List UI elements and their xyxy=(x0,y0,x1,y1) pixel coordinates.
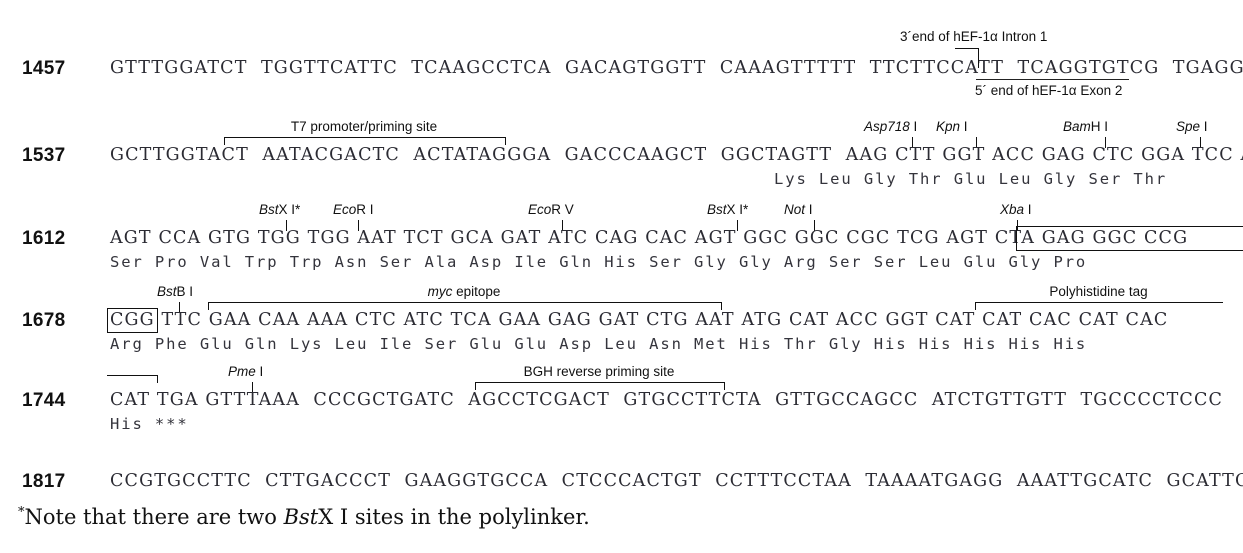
bracket-myc-epitope xyxy=(208,302,722,310)
bracket-polyhistidine-open xyxy=(975,302,1223,310)
amino-acid-text-1612: Ser Pro Val Trp Trp Asn Ser Ala Asp Ile … xyxy=(110,253,1088,271)
enzyme-label-ecori: EcoR I xyxy=(333,202,374,217)
enzyme-label-bstx-1: BstX I* xyxy=(259,202,301,217)
enzyme-label-not: Not I xyxy=(784,202,813,217)
label-bgh-reverse: BGH reverse priming site xyxy=(523,364,675,379)
row-number-1537: 1537 xyxy=(22,145,66,166)
footnote-italic: Bst xyxy=(283,505,319,529)
xba-box-close xyxy=(107,308,158,333)
footnote: *Note that there are two BstX I sites in… xyxy=(18,505,590,529)
enzyme-label-asp718: Asp718 I xyxy=(864,119,918,134)
footnote-text-before: Note that there are two xyxy=(24,505,284,529)
xba-box-open xyxy=(1016,226,1243,251)
label-exon-start: 5´ end of hEF-1α Exon 2 xyxy=(975,83,1123,98)
enzyme-label-xba: Xba I xyxy=(1000,202,1032,217)
enzyme-label-bamh: BamH I xyxy=(1063,119,1109,134)
label-polyhistidine: Polyhistidine tag xyxy=(1049,284,1148,299)
enzyme-label-ecorv: EcoR V xyxy=(528,202,574,217)
row-number-1678: 1678 xyxy=(22,310,66,331)
enzyme-label-kpn: Kpn I xyxy=(936,119,968,134)
row-number-1744: 1744 xyxy=(22,390,66,411)
row-number-1457: 1457 xyxy=(22,58,66,79)
footnote-text-after: X I sites in the polylinker. xyxy=(318,505,590,529)
exon-underline xyxy=(976,79,1129,80)
sequence-text-1817: CCGTGCCTTC CTTGACCCT GAAGGTGCCA CTCCCACT… xyxy=(110,471,1243,491)
bracket-polyhistidine-close xyxy=(107,375,158,383)
amino-acid-text-1678: Arg Phe Glu Gln Lys Leu Ile Ser Glu Glu … xyxy=(110,335,1088,353)
label-myc-epitope: myc epitope xyxy=(427,284,501,299)
row-number-1612: 1612 xyxy=(22,228,66,249)
sequence-text-1457: GTTTGGATCT TGGTTCATTC TCAAGCCTCA GACAGTG… xyxy=(110,58,1243,78)
enzyme-label-bstx-2: BstX I* xyxy=(707,202,749,217)
label-t7-promoter: T7 promoter/priming site xyxy=(290,119,438,134)
row-number-1817: 1817 xyxy=(22,471,66,492)
sequence-text-1537: GCTTGGTACT AATACGACTC ACTATAGGGA GACCCAA… xyxy=(110,145,1243,165)
enzyme-label-pme: Pme I xyxy=(228,364,264,379)
bracket-bgh-reverse xyxy=(475,382,725,390)
amino-acid-text-1744: His *** xyxy=(110,415,189,433)
sequence-map: 1457 GTTTGGATCT TGGTTCATTC TCAAGCCTCA GA… xyxy=(0,0,1243,553)
bracket-t7-promoter xyxy=(224,137,506,145)
sequence-text-1744: CAT TGA GTTTAAA CCCGCTGATC AGCCTCGACT GT… xyxy=(110,390,1224,410)
enzyme-label-bstb: BstB I xyxy=(157,284,194,299)
sequence-text-1678: CGG TTC GAA CAA AAA CTC ATC TCA GAA GAG … xyxy=(110,310,1169,330)
amino-acid-text-1537: Lys Leu Gly Thr Glu Leu Gly Ser Thr xyxy=(774,170,1168,188)
enzyme-label-spe: Spe I xyxy=(1176,119,1208,134)
label-intron-end: 3´end of hEF-1α Intron 1 xyxy=(900,29,1048,44)
